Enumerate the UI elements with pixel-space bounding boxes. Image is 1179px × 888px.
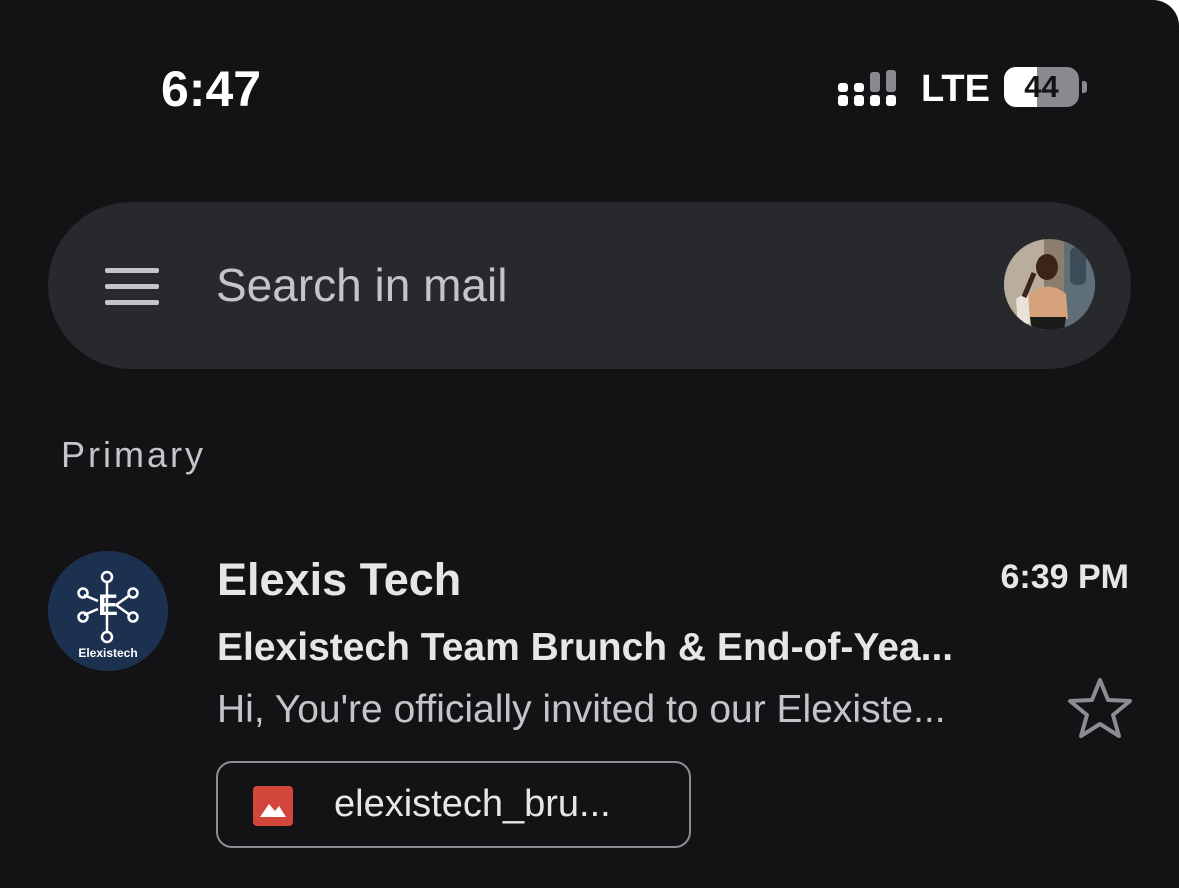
hamburger-menu-icon[interactable]	[105, 268, 159, 305]
cellular-signal-icon	[838, 70, 896, 106]
avatar-photo	[1004, 239, 1095, 330]
signal-bar-4	[886, 95, 896, 106]
section-label-primary: Primary	[61, 434, 206, 475]
gmail-inbox-screen: 6:47 LTE 44 Search in mail Primary E Ele…	[0, 0, 1179, 888]
signal-top-4	[886, 70, 896, 92]
email-snippet: Hi, You're officially invited to our Ele…	[217, 688, 946, 731]
battery-terminal	[1082, 81, 1087, 93]
email-list-item[interactable]: E Elexistech Elexis Tech 6:39 PM Elexist…	[0, 540, 1179, 870]
search-bar[interactable]: Search in mail	[48, 202, 1131, 369]
search-input[interactable]: Search in mail	[216, 258, 507, 312]
svg-text:E: E	[98, 589, 118, 622]
signal-top-3	[870, 72, 880, 92]
sender-avatar[interactable]: E Elexistech	[48, 551, 168, 671]
email-time: 6:39 PM	[1000, 558, 1130, 596]
email-subject: Elexistech Team Brunch & End-of-Yea...	[217, 626, 954, 669]
email-sender: Elexis Tech	[217, 554, 462, 605]
star-icon[interactable]	[1066, 676, 1134, 740]
signal-bar-1	[838, 95, 848, 106]
image-file-icon	[253, 786, 293, 826]
signal-bar-2	[854, 95, 864, 106]
avatar[interactable]	[1004, 239, 1095, 330]
signal-dot-1	[838, 83, 848, 92]
attachment-name: elexistech_bru...	[334, 783, 611, 825]
signal-dot-2	[854, 83, 864, 92]
sender-logo-text: Elexistech	[78, 646, 138, 660]
attachment-chip[interactable]: elexistech_bru...	[216, 761, 691, 848]
signal-bar-3	[870, 95, 880, 106]
status-time: 6:47	[161, 61, 262, 117]
carrier-label: LTE	[921, 68, 990, 110]
battery-level: 44	[1024, 69, 1059, 104]
battery-icon: 44	[1004, 67, 1079, 107]
